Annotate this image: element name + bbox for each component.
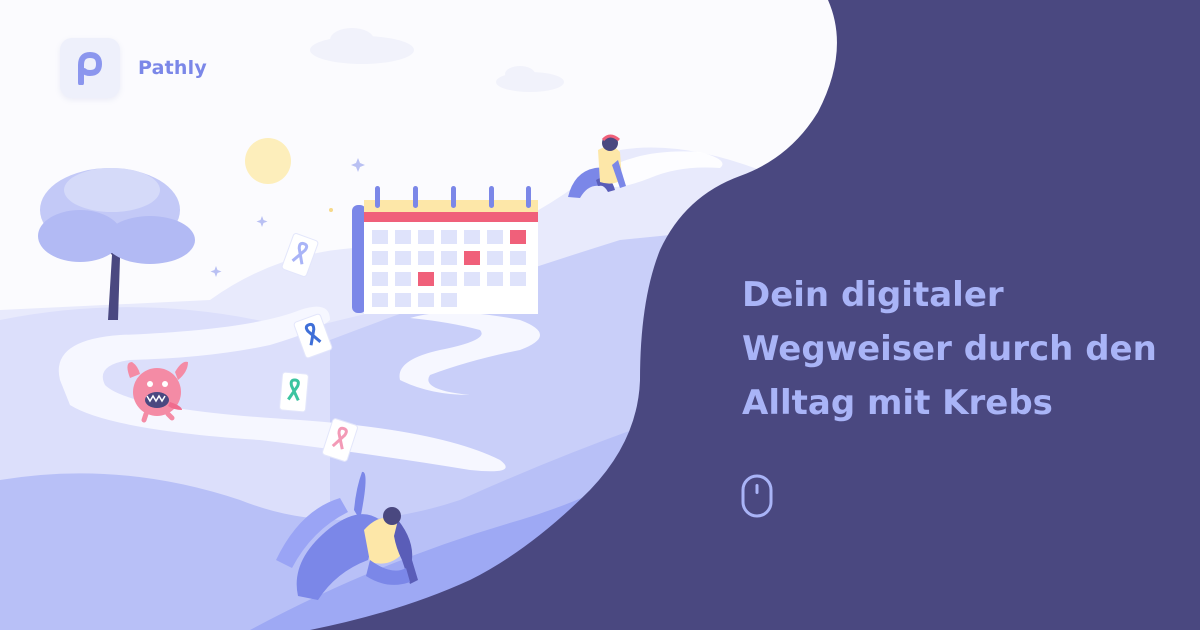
scroll-down-button[interactable] (741, 474, 773, 518)
hero-banner: Pathly Dein digitaler Wegweiser durch de… (0, 0, 1200, 630)
pathly-p-logo-icon[interactable] (60, 38, 120, 98)
headline-line: Wegweiser durch den (742, 329, 1157, 369)
cloud-icon (310, 28, 564, 92)
headline-line: Alltag mit Krebs (742, 383, 1053, 423)
brand-name[interactable]: Pathly (138, 57, 207, 79)
brand[interactable]: Pathly (60, 38, 207, 98)
sun-icon (245, 138, 291, 184)
calendar-icon (352, 186, 538, 314)
mouse-icon (741, 474, 773, 518)
hero-headline: Dein digitaler Wegweiser durch den Allta… (742, 268, 1172, 430)
tree-icon (38, 168, 195, 320)
headline-line: Dein digitaler (742, 275, 1004, 315)
